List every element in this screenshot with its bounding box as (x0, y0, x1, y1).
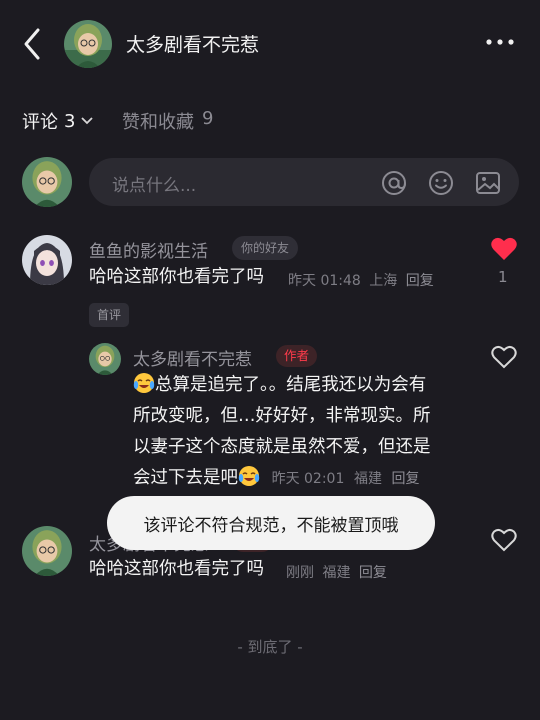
page-title: 太多剧看不完惹 (126, 34, 260, 56)
more-horizontal-icon (486, 39, 514, 45)
emoji-button[interactable] (426, 168, 456, 198)
tab-likes-collections[interactable]: 赞和收藏 9 (122, 108, 213, 134)
like-button[interactable] (490, 344, 518, 370)
comment-time: 昨天 01:48 (288, 273, 361, 289)
tab-comments-count: 3 (64, 110, 76, 132)
reply-text: 总算是追完了。。结尾我还以为会有 所改变呢，但…好好好，非常现实。所 以妻子这个… (133, 370, 473, 495)
image-icon (476, 172, 500, 194)
commenter-avatar[interactable] (22, 235, 72, 285)
like-button[interactable] (490, 236, 518, 262)
heart-outline-icon (491, 345, 517, 369)
heart-filled-icon (491, 237, 517, 260)
mention-button[interactable] (379, 168, 409, 198)
comment-meta: 刚刚 福建 回复 (286, 562, 387, 582)
reply-text-line: 所改变呢，但…好好好，非常现实。所 (133, 406, 431, 426)
reply-text-line: 会过下去是吧 昨天 02:01 福建 回复 (133, 463, 473, 495)
image-button[interactable] (473, 168, 503, 198)
comment-text: 哈哈这部你也看完了吗 (89, 559, 264, 579)
crying-laughing-emoji-icon (238, 466, 260, 486)
comment-location: 福建 (353, 471, 382, 487)
commenter-avatar[interactable] (22, 526, 72, 576)
reply-button[interactable]: 回复 (392, 471, 420, 487)
first-comment-tag: 首评 (89, 303, 130, 327)
my-avatar (22, 157, 72, 207)
chevron-down-icon (81, 117, 94, 125)
tab-likes-count: 9 (202, 108, 214, 129)
comment-author[interactable]: 鱼鱼的影视生活 (89, 237, 208, 262)
comment-input-placeholder: 说点什么... (112, 176, 197, 196)
more-button[interactable] (484, 30, 516, 54)
at-icon (382, 171, 406, 195)
comment-author[interactable]: 太多剧看不完惹 (133, 345, 252, 370)
author-badge: 作者 (276, 345, 318, 367)
tab-likes-label: 赞和收藏 (122, 112, 194, 133)
comment-time: 昨天 02:01 (271, 471, 345, 487)
end-of-list: - 到底了 - (237, 638, 303, 656)
tab-comments-label: 评论 (22, 112, 58, 133)
comment-location: 福建 (322, 565, 351, 581)
comment-time: 刚刚 (286, 565, 314, 581)
reply-avatar[interactable] (89, 343, 121, 375)
friend-badge: 你的好友 (232, 236, 299, 260)
like-button[interactable] (490, 527, 518, 553)
heart-outline-icon (491, 528, 517, 552)
reply-button[interactable]: 回复 (359, 565, 387, 581)
crying-laughing-emoji-icon (133, 373, 155, 393)
comment-location: 上海 (369, 273, 398, 289)
smile-icon (429, 171, 453, 195)
comment-text: 哈哈这部你也看完了吗 (89, 267, 264, 287)
toast-message: 该评论不符合规范，不能被置顶哦 (107, 496, 435, 550)
reply-button[interactable]: 回复 (406, 273, 434, 289)
chevron-left-icon (24, 28, 40, 60)
reply-text-line: 总算是追完了。。结尾我还以为会有 (133, 370, 473, 401)
comment-meta: 昨天 01:48 上海 回复 (288, 270, 434, 290)
tab-comments[interactable]: 评论 3 (22, 108, 94, 134)
back-button[interactable] (18, 26, 48, 62)
reply-text-line: 以妻子这个态度就是虽然不爱，但还是 (133, 437, 431, 457)
author-avatar[interactable] (64, 20, 112, 68)
like-count: 1 (498, 268, 508, 286)
